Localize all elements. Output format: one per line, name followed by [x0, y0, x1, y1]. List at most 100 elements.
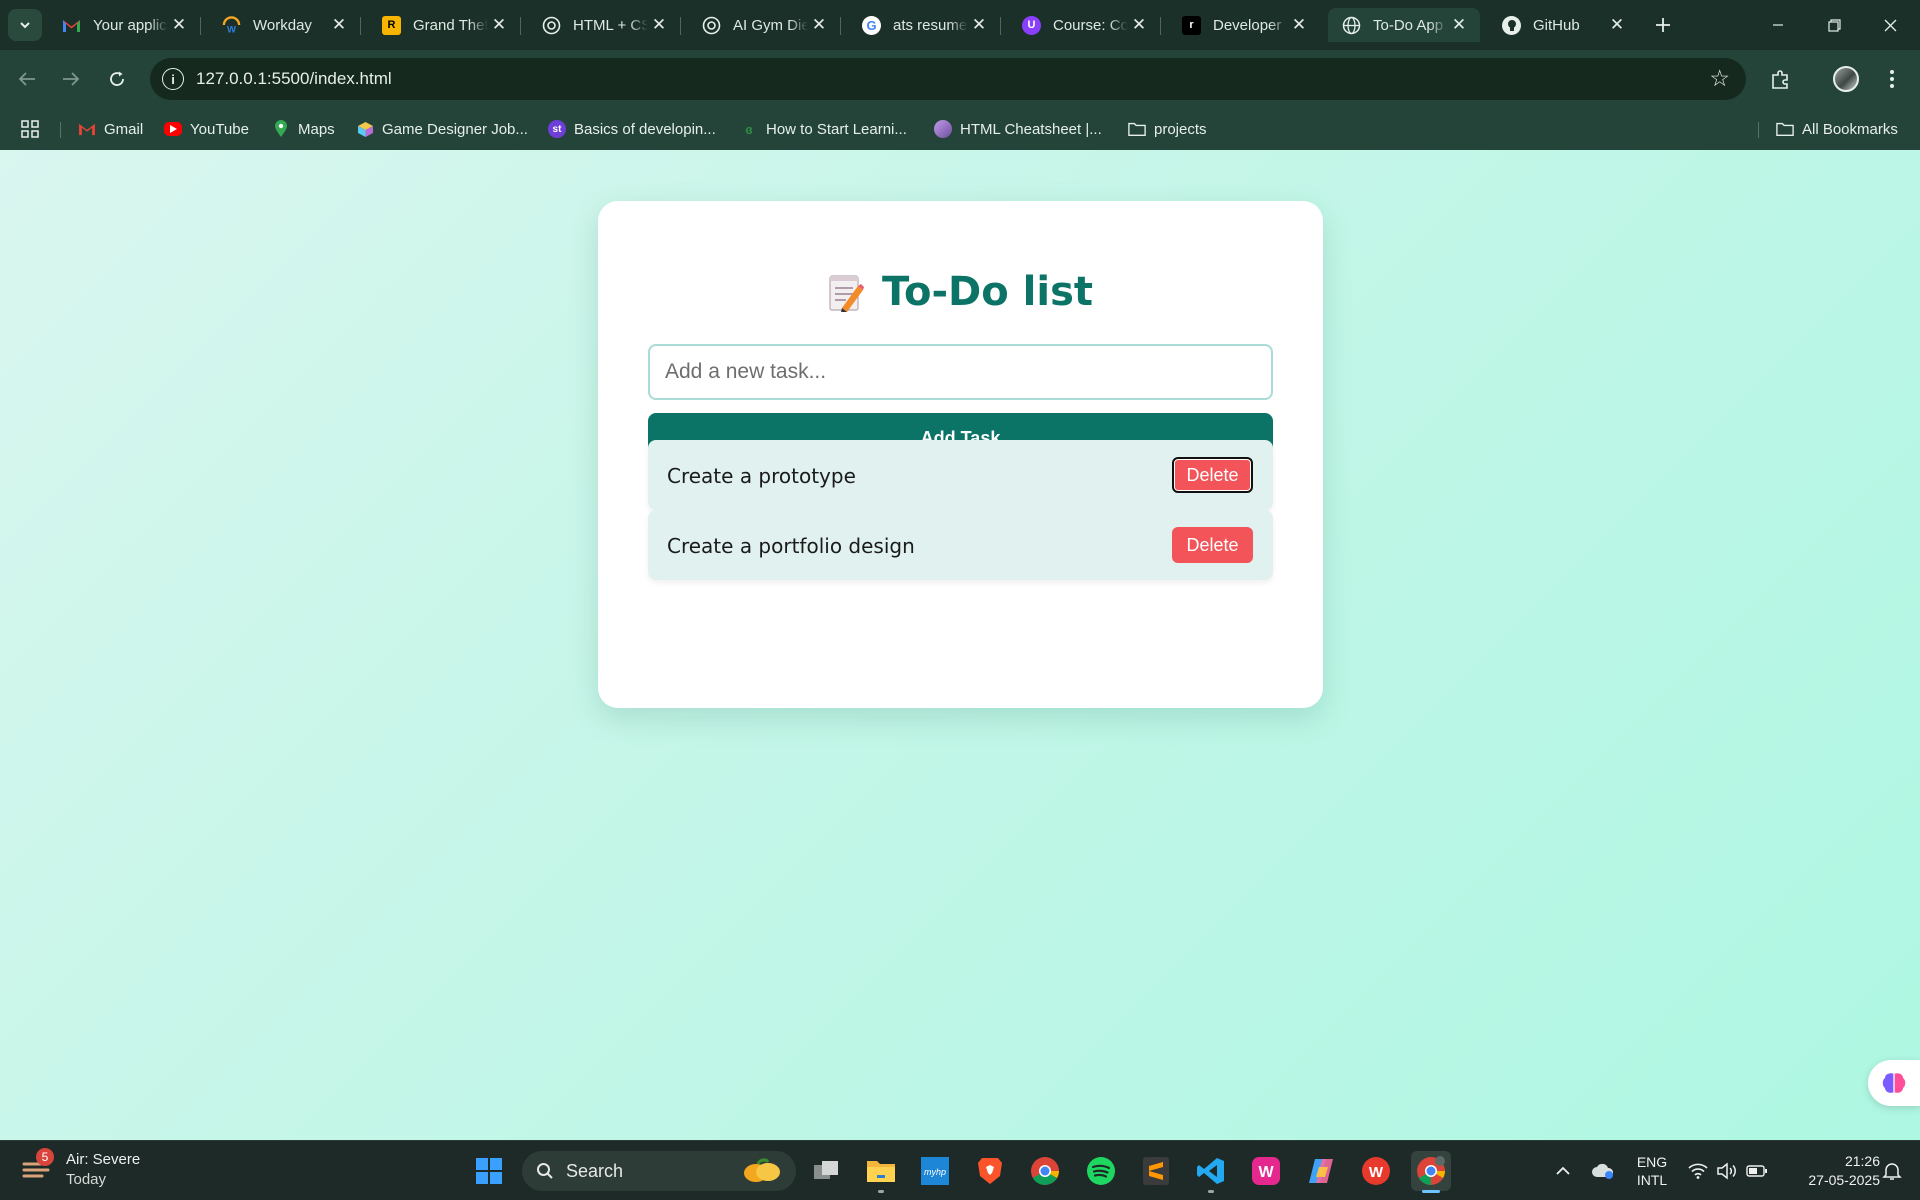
close-icon[interactable]: ✕	[968, 15, 990, 35]
delete-button[interactable]: Delete	[1172, 457, 1253, 493]
address-bar[interactable]: i 127.0.0.1:5500/index.html ☆	[150, 58, 1746, 100]
close-icon[interactable]: ✕	[488, 15, 510, 35]
page-title: To-Do list	[598, 269, 1323, 315]
gmail-icon	[62, 16, 81, 35]
tab-title: GitHub	[1533, 16, 1580, 34]
arrow-right-icon	[63, 72, 80, 86]
taskbar-chrome-active[interactable]	[1411, 1151, 1451, 1193]
taskbar-file-explorer[interactable]	[861, 1151, 901, 1193]
bookmark-label: projects	[1154, 120, 1207, 138]
memo-icon	[828, 272, 864, 312]
bookmark-youtube[interactable]: YouTube	[164, 116, 249, 142]
taskbar-webstorm[interactable]: W	[1246, 1151, 1286, 1191]
close-icon[interactable]: ✕	[328, 15, 350, 35]
close-icon[interactable]: ✕	[648, 15, 670, 35]
taskbar-brave[interactable]	[970, 1151, 1010, 1191]
tab-github[interactable]: GitHub ✕	[1488, 8, 1638, 42]
todo-card: To-Do list Add Task Create a prototype D…	[598, 201, 1323, 708]
bookmark-label: YouTube	[190, 120, 249, 138]
battery-icon[interactable]	[1744, 1141, 1770, 1200]
back-button[interactable]	[12, 64, 42, 94]
profile-button[interactable]	[1830, 63, 1862, 95]
all-bookmarks[interactable]: All Bookmarks	[1776, 116, 1898, 142]
tab-title: Workday	[253, 16, 312, 34]
start-button[interactable]	[469, 1151, 509, 1191]
task-item: Create a portfolio design Delete	[648, 510, 1273, 580]
bookmark-how-to-start[interactable]: ɞ How to Start Learni...	[740, 116, 907, 142]
tab-ai-gym[interactable]: AI Gym Diet ✕	[688, 8, 841, 42]
avatar-icon	[934, 120, 952, 138]
minimize-button[interactable]	[1750, 0, 1806, 50]
search-label: Search	[566, 1160, 624, 1181]
bookmarks-bar: Gmail YouTube Maps Game Designer Job... …	[0, 108, 1920, 150]
taskbar-wps[interactable]: W	[1356, 1151, 1396, 1191]
gmail-icon	[78, 120, 96, 138]
close-icon[interactable]: ✕	[1448, 15, 1470, 35]
tab-workday[interactable]: W Workday ✕	[208, 8, 361, 42]
assistant-widget[interactable]	[1868, 1060, 1920, 1106]
forward-button[interactable]	[56, 64, 86, 94]
delete-button[interactable]: Delete	[1172, 527, 1253, 563]
globe-icon	[1342, 16, 1361, 35]
tab-gta[interactable]: R Grand Theft Auto ✕	[368, 8, 521, 42]
taskbar-task-view[interactable]	[806, 1151, 846, 1191]
taskbar-vscode[interactable]	[1191, 1151, 1231, 1193]
bookmark-label: Game Designer Job...	[382, 120, 528, 138]
address-url[interactable]: 127.0.0.1:5500/index.html	[196, 69, 392, 89]
language-indicator[interactable]: ENG INTL	[1626, 1141, 1678, 1200]
tab-ats-resume[interactable]: G ats resume ✕	[848, 8, 1001, 42]
taskbar-myhp[interactable]: myhp	[915, 1151, 955, 1191]
bookmark-basics[interactable]: st Basics of developin...	[548, 116, 716, 142]
tab-html-css[interactable]: HTML + CSS ✕	[528, 8, 681, 42]
chrome-icon	[1031, 1157, 1059, 1185]
tab-search-button[interactable]	[8, 9, 42, 41]
notifications-icon[interactable]	[1872, 1141, 1912, 1200]
tray-onedrive[interactable]	[1588, 1141, 1618, 1200]
close-icon[interactable]: ✕	[1288, 15, 1310, 35]
brain-icon	[1882, 1073, 1906, 1093]
minimize-icon	[1773, 24, 1783, 26]
tab-developer[interactable]: r Developer ✕	[1168, 8, 1320, 42]
wifi-icon[interactable]	[1686, 1141, 1710, 1200]
weather-widget[interactable]: 5 Air: Severe Today	[22, 1148, 140, 1190]
tab-gmail[interactable]: Your application ✕	[48, 8, 201, 42]
bookmark-gmail[interactable]: Gmail	[78, 116, 143, 142]
clock-date: 27-05-2025	[1808, 1172, 1880, 1188]
extensions-button[interactable]	[1765, 63, 1797, 95]
close-window-button[interactable]	[1862, 0, 1918, 50]
taskbar-search[interactable]: Search	[522, 1151, 796, 1191]
taskbar-chrome[interactable]	[1025, 1151, 1065, 1191]
tab-course[interactable]: U Course: Co ✕	[1008, 8, 1161, 42]
reload-button[interactable]	[102, 64, 132, 94]
browser-toolbar: i 127.0.0.1:5500/index.html ☆	[0, 50, 1920, 108]
volume-icon[interactable]	[1714, 1141, 1740, 1200]
close-icon[interactable]: ✕	[168, 15, 190, 35]
info-icon[interactable]: i	[162, 68, 184, 90]
bookmark-html-cheatsheet[interactable]: HTML Cheatsheet |...	[934, 116, 1102, 142]
tray-overflow-button[interactable]	[1548, 1141, 1578, 1200]
bookmark-maps[interactable]: Maps	[272, 116, 335, 142]
close-icon[interactable]: ✕	[1128, 15, 1150, 35]
taskbar-sublime[interactable]	[1136, 1151, 1176, 1191]
close-icon[interactable]: ✕	[808, 15, 830, 35]
menu-button[interactable]	[1876, 63, 1908, 95]
app-title: To-Do list	[881, 269, 1093, 315]
myhp-icon: myhp	[921, 1157, 949, 1185]
svg-text:G: G	[866, 18, 876, 33]
star-icon[interactable]: ☆	[1709, 65, 1730, 92]
restore-button[interactable]	[1806, 0, 1862, 50]
taskbar-copilot[interactable]	[1301, 1151, 1341, 1191]
new-tab-button[interactable]	[1648, 10, 1678, 40]
bookmark-game-designer[interactable]: Game Designer Job...	[356, 116, 528, 142]
wamp-icon: W	[1252, 1157, 1280, 1185]
close-icon	[1884, 19, 1896, 31]
taskbar-spotify[interactable]	[1081, 1151, 1121, 1191]
youtube-icon	[164, 122, 182, 136]
bookmark-projects[interactable]: projects	[1128, 116, 1207, 142]
clock[interactable]: 21:26 27-05-2025	[1780, 1141, 1880, 1200]
tab-todo-app[interactable]: To-Do App ✕	[1328, 8, 1480, 42]
task-input[interactable]	[648, 344, 1273, 400]
reload-icon	[110, 71, 124, 86]
apps-button[interactable]	[20, 116, 40, 142]
close-icon[interactable]: ✕	[1606, 15, 1628, 35]
